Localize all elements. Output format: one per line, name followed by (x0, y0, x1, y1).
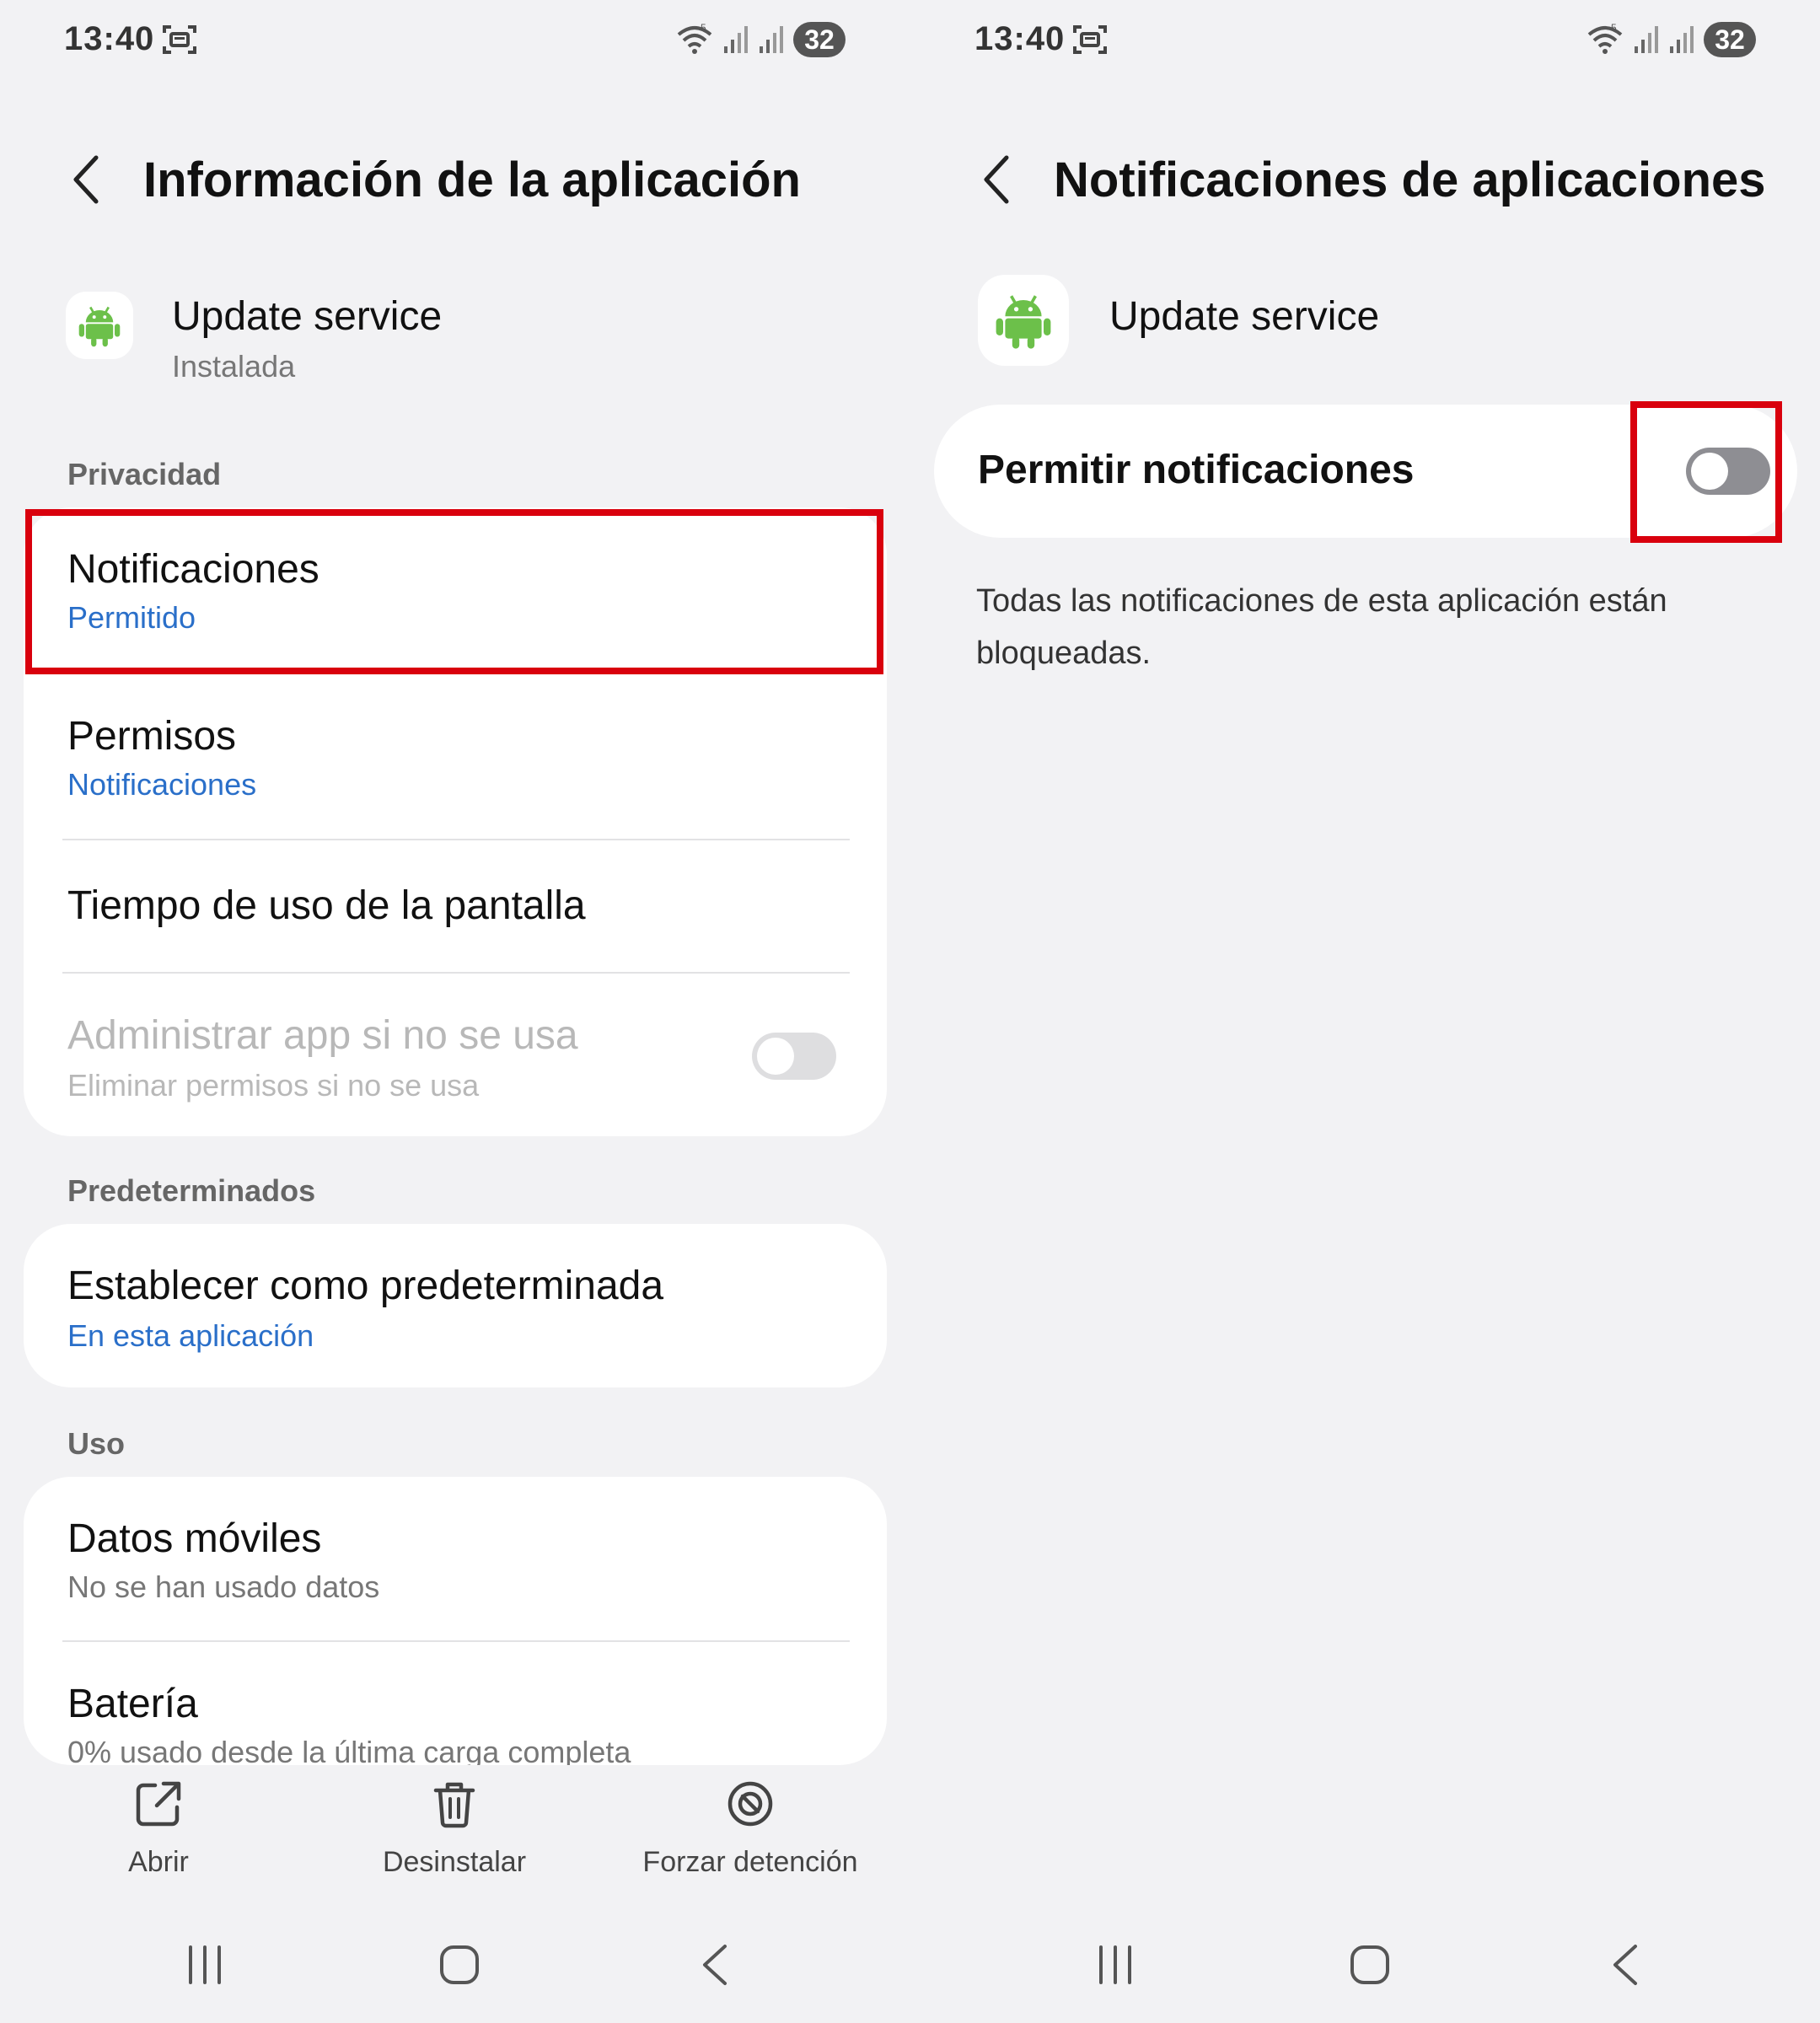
recent-apps-button[interactable] (171, 1935, 239, 1994)
allow-notifications-toggle[interactable] (1686, 448, 1770, 495)
status-icons: 5 32 (1586, 20, 1756, 59)
nav-back-button[interactable] (681, 1935, 749, 1994)
open-external-icon (136, 1781, 181, 1827)
battery-item[interactable]: Batería 0% usado desde la última carga c… (24, 1642, 887, 1765)
mobile-data-title: Datos móviles (67, 1516, 322, 1561)
section-label-defaults: Predeterminados (67, 1173, 316, 1208)
screenshot-icon (163, 25, 196, 54)
set-default-title: Establecer como predeterminada (67, 1264, 664, 1308)
app-name: Update service (1109, 294, 1380, 339)
allow-notifications-label: Permitir notificaciones (978, 448, 1415, 492)
force-stop-button[interactable]: Forzar detención (615, 1779, 885, 1879)
battery-indicator: 32 (793, 22, 846, 57)
app-info-screen: 13:40 5 32 Información de la aplicación … (0, 0, 910, 2023)
open-label: Abrir (128, 1846, 189, 1878)
back-button[interactable] (61, 150, 111, 209)
battery-title: Batería (67, 1682, 198, 1726)
screenshot-icon (1073, 25, 1107, 54)
android-icon (78, 306, 121, 347)
uninstall-button[interactable]: Desinstalar (319, 1779, 589, 1879)
signal-icon (724, 26, 748, 53)
home-button[interactable] (426, 1935, 493, 1994)
screen-time-item[interactable]: Tiempo de uso de la pantalla (24, 840, 887, 972)
app-name: Update service (172, 294, 443, 339)
trash-icon (433, 1782, 475, 1828)
signal-icon-2 (1670, 26, 1694, 53)
chevron-left-icon (73, 155, 99, 204)
battery-sub: 0% usado desde la última carga completa (67, 1735, 631, 1765)
app-notifications-screen: 13:40 5 32 Notificaciones de aplicacione… (910, 0, 1820, 2023)
svg-text:5: 5 (701, 23, 706, 34)
home-button[interactable] (1336, 1935, 1404, 1994)
permissions-item[interactable]: Permisos Notificaciones (24, 673, 887, 840)
app-status: Instalada (172, 349, 296, 384)
status-time: 13:40 (64, 20, 155, 57)
status-bar: 13:40 5 32 (0, 0, 910, 81)
set-default-sub: En esta aplicación (67, 1318, 314, 1353)
usage-card: Datos móviles No se han usado datos Bate… (24, 1477, 887, 1765)
recent-apps-button[interactable] (1082, 1935, 1149, 1994)
mobile-data-item[interactable]: Datos móviles No se han usado datos (24, 1477, 887, 1640)
battery-indicator: 32 (1704, 22, 1756, 57)
privacy-card: Notificaciones Permitido Permisos Notifi… (24, 507, 887, 1136)
back-button[interactable] (971, 150, 1022, 209)
section-label-privacy: Privacidad (67, 457, 222, 491)
page-title: Información de la aplicación (143, 153, 801, 207)
recent-apps-icon (1099, 1945, 1131, 1984)
signal-icon (1635, 26, 1658, 53)
status-time: 13:40 (974, 20, 1066, 57)
app-icon (978, 275, 1069, 366)
wifi-icon: 5 (677, 23, 712, 54)
notifications-status: Permitido (67, 600, 196, 635)
signal-icon-2 (760, 26, 783, 53)
toggle-knob (757, 1038, 794, 1075)
app-icon (66, 292, 133, 359)
open-button[interactable]: Abrir (24, 1779, 293, 1879)
uninstall-label: Desinstalar (382, 1846, 527, 1878)
recent-apps-icon (189, 1945, 221, 1984)
home-icon (1350, 1945, 1389, 1984)
home-icon (440, 1945, 479, 1984)
status-bar: 13:40 5 32 (910, 0, 1820, 81)
manage-unused-sub: Eliminar permisos si no se usa (67, 1068, 480, 1103)
nav-back-button[interactable] (1592, 1935, 1659, 1994)
blocked-info-text: Todas las notificaciones de esta aplicac… (976, 583, 1667, 671)
mobile-data-sub: No se han usado datos (67, 1570, 380, 1604)
section-label-usage: Uso (67, 1426, 126, 1461)
wifi-icon: 5 (1587, 23, 1623, 54)
svg-text:5: 5 (1611, 23, 1617, 34)
manage-unused-item[interactable]: Administrar app si no se usa Eliminar pe… (24, 974, 887, 1136)
force-stop-label: Forzar detención (642, 1846, 858, 1878)
set-default-item[interactable]: Establecer como predeterminada En esta a… (24, 1224, 887, 1387)
manage-unused-toggle[interactable] (752, 1033, 836, 1080)
nav-back-icon (703, 1945, 727, 1985)
permissions-title: Permisos (67, 714, 237, 759)
defaults-card: Establecer como predeterminada En esta a… (24, 1224, 887, 1387)
status-icons: 5 32 (675, 20, 846, 59)
screen-time-title: Tiempo de uso de la pantalla (67, 883, 586, 928)
page-title: Notificaciones de aplicaciones (1054, 153, 1766, 207)
permissions-sub: Notificaciones (67, 767, 257, 802)
allow-notifications-row[interactable]: Permitir notificaciones (934, 405, 1797, 538)
nav-back-icon (1613, 1945, 1637, 1985)
block-icon (727, 1781, 773, 1827)
notifications-item[interactable]: Notificaciones Permitido (24, 507, 887, 673)
toggle-knob (1691, 453, 1728, 490)
chevron-left-icon (984, 155, 1009, 204)
manage-unused-title: Administrar app si no se usa (67, 1013, 578, 1058)
android-icon (996, 295, 1051, 349)
notifications-title: Notificaciones (67, 547, 319, 592)
